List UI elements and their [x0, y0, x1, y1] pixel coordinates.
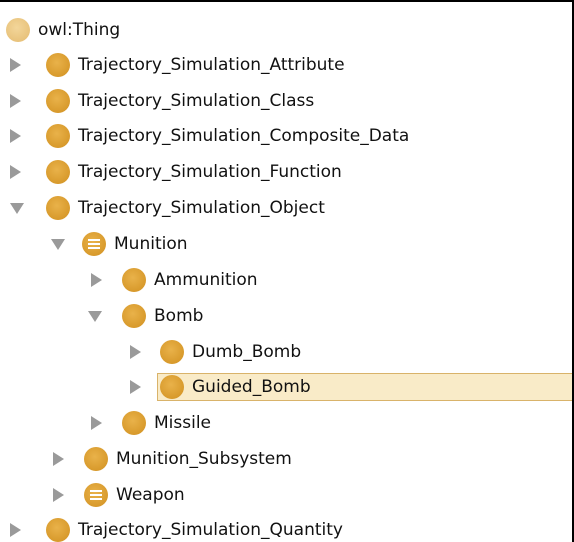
equivalent-class-icon: [84, 483, 108, 507]
expand-toggle-icon[interactable]: [10, 523, 21, 537]
node-label: Trajectory_Simulation_Class: [78, 91, 315, 111]
tree-row: Ammunition: [0, 264, 572, 296]
tree-node-owl-thing[interactable]: owl:Thing: [6, 16, 128, 44]
tree-node[interactable]: Trajectory_Simulation_Object: [46, 194, 333, 222]
tree-row: Trajectory_Simulation_Function: [0, 156, 572, 188]
node-label: Trajectory_Simulation_Composite_Data: [78, 126, 410, 146]
tree-row: Missile: [0, 407, 572, 439]
tree-node-selected[interactable]: Guided_Bomb: [157, 373, 572, 401]
node-label: Weapon: [116, 485, 185, 505]
collapse-toggle-icon[interactable]: [88, 311, 102, 322]
tree-row-selected: Guided_Bomb: [0, 371, 572, 403]
tree-node[interactable]: Trajectory_Simulation_Quantity: [46, 516, 351, 542]
tree-row: Trajectory_Simulation_Object: [0, 192, 572, 224]
expand-toggle-icon[interactable]: [130, 380, 141, 394]
tree-row: Trajectory_Simulation_Quantity: [0, 514, 572, 542]
expand-toggle-icon[interactable]: [130, 345, 141, 359]
class-icon: [160, 375, 184, 399]
class-icon: [46, 53, 70, 77]
node-label: Trajectory_Simulation_Function: [78, 162, 342, 182]
node-label: Trajectory_Simulation_Quantity: [78, 520, 343, 540]
node-label: Trajectory_Simulation_Object: [78, 198, 325, 218]
class-icon: [122, 268, 146, 292]
tree-node[interactable]: Munition_Subsystem: [84, 445, 300, 473]
tree-node[interactable]: Ammunition: [122, 266, 266, 294]
thing-class-icon: [6, 18, 30, 42]
node-label: Munition_Subsystem: [116, 449, 292, 469]
class-icon: [46, 89, 70, 113]
tree-row: Bomb: [0, 300, 572, 332]
equivalent-class-icon: [82, 232, 106, 256]
expand-toggle-icon[interactable]: [53, 452, 64, 466]
class-icon: [84, 447, 108, 471]
node-label: Trajectory_Simulation_Attribute: [78, 55, 345, 75]
collapse-toggle-icon[interactable]: [10, 203, 24, 214]
tree-row: Dumb_Bomb: [0, 336, 572, 368]
tree-row: Munition: [0, 228, 572, 260]
tree-row: Weapon: [0, 479, 572, 511]
class-hierarchy-panel: owl:Thing Trajectory_Simulation_Attribut…: [0, 0, 574, 542]
expand-toggle-icon[interactable]: [10, 129, 21, 143]
tree-node[interactable]: Trajectory_Simulation_Class: [46, 87, 322, 115]
expand-toggle-icon[interactable]: [10, 58, 21, 72]
expand-toggle-icon[interactable]: [10, 165, 21, 179]
class-icon: [46, 124, 70, 148]
node-label: Dumb_Bomb: [192, 342, 302, 362]
expand-toggle-icon[interactable]: [53, 488, 64, 502]
node-label: Bomb: [154, 306, 204, 326]
node-label: Ammunition: [154, 270, 258, 290]
node-label: Missile: [154, 413, 212, 433]
class-icon: [122, 411, 146, 435]
node-label: owl:Thing: [38, 20, 121, 40]
class-icon: [46, 518, 70, 542]
tree-row-owl-thing: owl:Thing: [0, 14, 572, 46]
tree-row: Trajectory_Simulation_Attribute: [0, 49, 572, 81]
tree-node[interactable]: Trajectory_Simulation_Attribute: [46, 51, 353, 79]
tree-node[interactable]: Munition: [82, 230, 196, 258]
expand-toggle-icon[interactable]: [91, 273, 102, 287]
class-icon: [46, 160, 70, 184]
tree-node[interactable]: Dumb_Bomb: [160, 338, 309, 366]
node-label: Guided_Bomb: [192, 377, 311, 397]
class-icon: [46, 196, 70, 220]
class-icon: [160, 340, 184, 364]
class-icon: [122, 304, 146, 328]
expand-toggle-icon[interactable]: [10, 94, 21, 108]
expand-toggle-icon[interactable]: [91, 416, 102, 430]
tree-node[interactable]: Weapon: [84, 481, 193, 509]
tree-row: Trajectory_Simulation_Composite_Data: [0, 120, 572, 152]
tree-node[interactable]: Trajectory_Simulation_Composite_Data: [46, 122, 417, 150]
node-label: Munition: [114, 234, 188, 254]
tree-node[interactable]: Bomb: [122, 302, 211, 330]
tree-node[interactable]: Trajectory_Simulation_Function: [46, 158, 350, 186]
tree-row: Trajectory_Simulation_Class: [0, 85, 572, 117]
collapse-toggle-icon[interactable]: [51, 239, 65, 250]
tree-row: Munition_Subsystem: [0, 443, 572, 475]
tree-node[interactable]: Missile: [122, 409, 219, 437]
